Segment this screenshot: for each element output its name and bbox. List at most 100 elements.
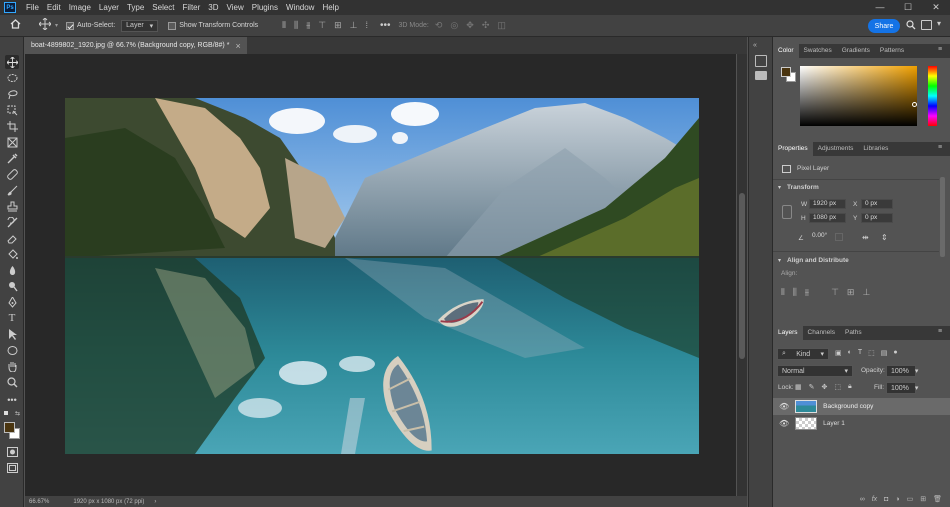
collapse-icon[interactable]: « [753, 42, 757, 49]
chevron-down-icon[interactable]: ▾ [937, 19, 941, 28]
transform-section-title[interactable]: Transform [787, 184, 819, 191]
layer-name[interactable]: Layer 1 [823, 420, 845, 427]
filter-smart-object-icon[interactable]: ▤ [881, 349, 888, 357]
width-field[interactable]: 1920 px [809, 199, 846, 209]
tab-adjustments[interactable]: Adjustments [813, 142, 859, 156]
brush-tool-icon[interactable] [5, 183, 19, 197]
foreground-color-swatch[interactable] [4, 422, 15, 433]
history-brush-tool-icon[interactable] [5, 215, 19, 229]
layer-mask-icon[interactable]: ◘ [884, 496, 888, 503]
edit-toolbar-icon[interactable]: ••• [5, 393, 19, 407]
menu-image[interactable]: Image [65, 0, 95, 15]
auto-select-target-dropdown[interactable]: Layer ▾ [121, 19, 159, 32]
minimize-button[interactable]: — [866, 0, 894, 15]
menu-view[interactable]: View [223, 0, 248, 15]
filter-type-icon[interactable]: T [858, 349, 862, 357]
color-field[interactable] [800, 66, 917, 126]
panel-menu-icon[interactable]: ≡ [938, 328, 942, 335]
x-field[interactable]: 0 px [861, 199, 893, 209]
vertical-scrollbar-thumb[interactable] [739, 193, 745, 359]
document-image[interactable] [65, 98, 699, 454]
chevron-down-icon[interactable]: ▾ [778, 257, 781, 264]
3d-pan-icon[interactable]: ✥ [466, 20, 474, 31]
healing-brush-tool-icon[interactable] [5, 167, 19, 181]
tab-paths[interactable]: Paths [840, 326, 867, 340]
align-bottom-edges-icon[interactable]: ⊥ [862, 287, 870, 298]
more-options-icon[interactable]: ••• [380, 20, 391, 31]
workspace-icon[interactable] [921, 20, 932, 30]
menu-3d[interactable]: 3D [204, 0, 222, 15]
align-section-title[interactable]: Align and Distribute [787, 257, 849, 264]
link-layers-icon[interactable]: ∞ [860, 496, 865, 503]
align-left-icon[interactable]: ⫴ [282, 20, 286, 31]
move-tool-preset-icon[interactable] [38, 17, 52, 33]
marquee-tool-icon[interactable] [5, 71, 19, 85]
tab-properties[interactable]: Properties [773, 142, 813, 156]
chevron-down-icon[interactable]: ▾ [55, 22, 58, 29]
lock-transparent-pixels-icon[interactable]: ▦ [795, 383, 802, 391]
close-tab-icon[interactable]: × [235, 41, 240, 51]
frame-tool-icon[interactable] [5, 135, 19, 149]
lock-all-icon[interactable]: 🔒︎ [848, 383, 852, 391]
properties-scrollbar[interactable] [940, 177, 945, 257]
comments-panel-icon[interactable] [755, 71, 767, 80]
swap-colors-icon[interactable]: ⇆ [15, 410, 20, 417]
align-left-edges-icon[interactable]: ⫴ [781, 287, 785, 298]
tab-patterns[interactable]: Patterns [875, 44, 909, 58]
delete-layer-icon[interactable]: 🗑︎ [933, 495, 942, 503]
paint-bucket-tool-icon[interactable] [5, 247, 19, 261]
filter-pixel-icon[interactable]: ▣ [835, 349, 842, 357]
layer-style-icon[interactable]: fx [872, 496, 877, 503]
align-center-icon[interactable]: ⫼ [294, 20, 298, 31]
menu-edit[interactable]: Edit [43, 0, 65, 15]
maximize-button[interactable]: ☐ [894, 0, 922, 15]
blend-mode-dropdown[interactable]: Normal ▾ [777, 365, 853, 377]
home-icon[interactable] [10, 19, 21, 32]
opacity-field[interactable]: 100% ▾ [886, 365, 918, 377]
align-bottom-icon[interactable]: ⊥ [350, 20, 358, 31]
lock-artboard-icon[interactable]: ⬚ [834, 383, 841, 391]
visibility-eye-icon[interactable]: 👁︎ [779, 419, 789, 428]
align-top-icon[interactable]: ⊤ [318, 20, 326, 31]
tab-gradients[interactable]: Gradients [837, 44, 875, 58]
menu-plugins[interactable]: Plugins [248, 0, 282, 15]
type-tool-icon[interactable]: T [5, 311, 19, 325]
angle-dropdown-icon[interactable] [835, 233, 843, 241]
tab-channels[interactable]: Channels [803, 326, 840, 340]
3d-scale-icon[interactable]: ◫ [497, 20, 506, 31]
object-selection-tool-icon[interactable] [5, 103, 19, 117]
align-vertical-centers-icon[interactable]: ⊞ [847, 287, 855, 298]
tab-layers[interactable]: Layers [773, 326, 803, 340]
screen-mode-icon[interactable] [5, 461, 19, 475]
flip-vertical-icon[interactable]: ⇕ [881, 233, 888, 242]
panel-menu-icon[interactable]: ≡ [938, 46, 942, 53]
new-layer-icon[interactable]: ⊞ [920, 495, 926, 503]
link-dimensions-icon[interactable] [782, 205, 792, 219]
chevron-down-icon[interactable]: ▾ [778, 184, 781, 191]
menu-layer[interactable]: Layer [95, 0, 123, 15]
search-icon[interactable] [906, 20, 916, 32]
menu-select[interactable]: Select [148, 0, 178, 15]
zoom-level[interactable]: 66.67% [29, 499, 49, 505]
align-middle-icon[interactable]: ⊞ [334, 20, 342, 31]
3d-roll-icon[interactable]: ◎ [450, 20, 458, 31]
filter-toggle-icon[interactable]: ● [893, 349, 897, 357]
y-field[interactable]: 0 px [861, 213, 893, 223]
align-top-edges-icon[interactable]: ⊤ [831, 287, 839, 298]
tab-swatches[interactable]: Swatches [799, 44, 837, 58]
filter-adjustment-icon[interactable]: ◐ [848, 349, 852, 357]
tab-color[interactable]: Color [773, 44, 799, 58]
layer-name[interactable]: Background copy [823, 403, 873, 410]
align-right-icon[interactable]: ⫵ [306, 20, 310, 31]
quick-mask-icon[interactable] [5, 445, 19, 459]
flip-horizontal-icon[interactable]: ⇹ [862, 233, 869, 242]
layer-row-layer-1[interactable]: 👁︎ Layer 1 [773, 415, 950, 432]
menu-file[interactable]: File [22, 0, 43, 15]
hand-tool-icon[interactable] [5, 359, 19, 373]
adjustment-layer-icon[interactable]: ◑ [895, 496, 899, 503]
move-tool-icon[interactable] [5, 55, 19, 69]
distribute-icon[interactable]: ⁞ [365, 20, 368, 31]
visibility-eye-icon[interactable]: 👁︎ [779, 402, 789, 411]
lock-image-pixels-icon[interactable]: ✎ [809, 383, 815, 391]
group-icon[interactable]: ▭ [907, 495, 914, 503]
